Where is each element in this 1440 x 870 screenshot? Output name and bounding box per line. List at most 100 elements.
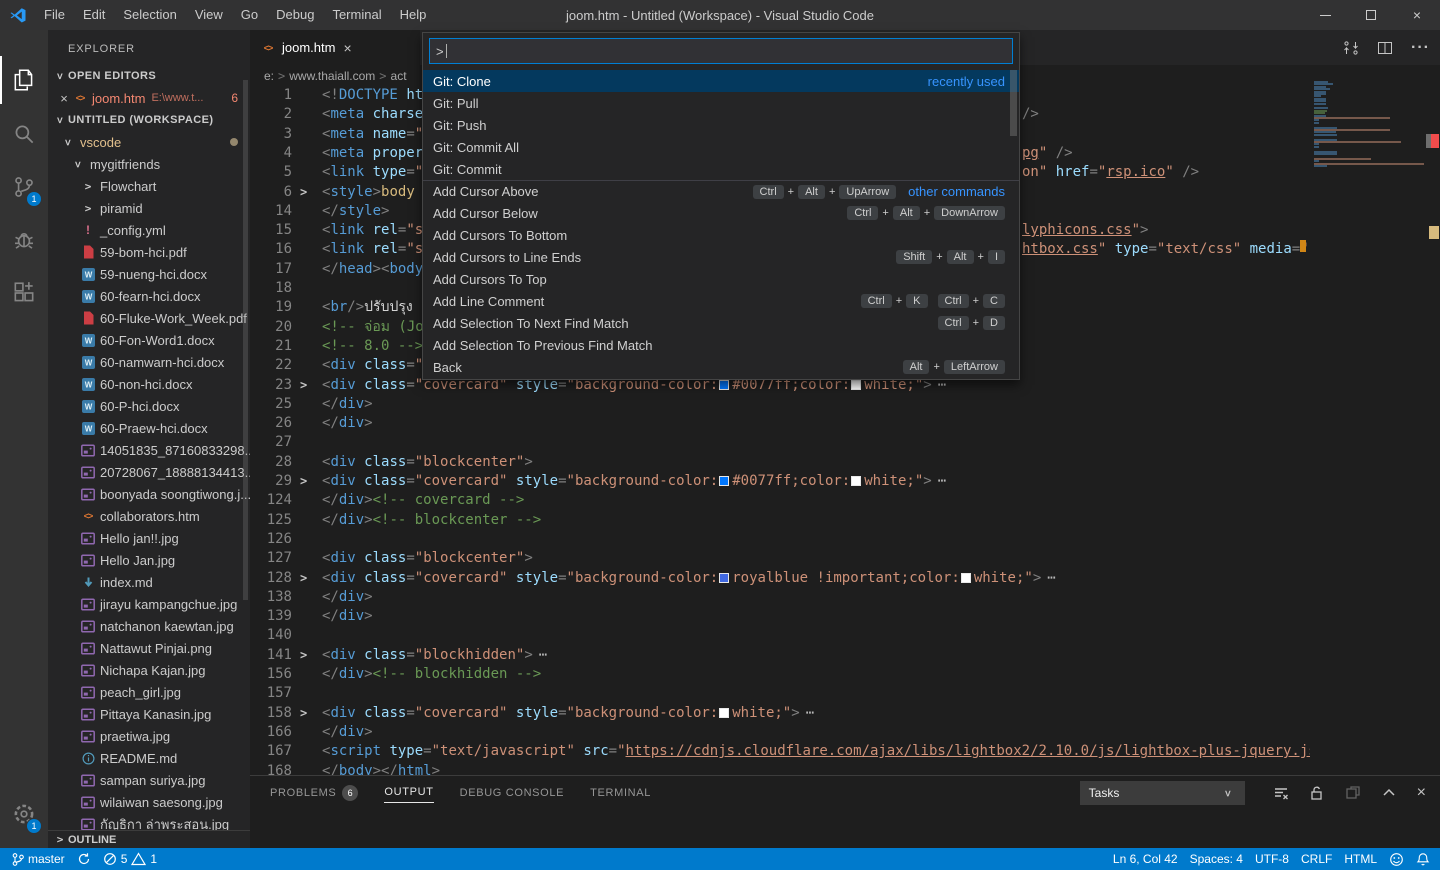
command-trailing-label[interactable]: recently used	[928, 74, 1005, 89]
split-editor-icon[interactable]	[1377, 40, 1393, 56]
color-swatch[interactable]	[851, 380, 861, 390]
maximize-panel-icon[interactable]	[1381, 785, 1397, 801]
minimize-button[interactable]	[1302, 0, 1348, 30]
color-swatch[interactable]	[719, 380, 729, 390]
tree-folder-piramid[interactable]: >piramid	[48, 197, 250, 219]
sync-indicator[interactable]	[71, 848, 97, 870]
code-line-157[interactable]: 157	[250, 684, 1440, 703]
command-item[interactable]: Git: Clonerecently used	[423, 70, 1019, 92]
tree-file[interactable]: Hello jan!!.jpg	[48, 527, 250, 549]
code-line-158[interactable]: 158><div class="covercard" style="backgr…	[250, 704, 1440, 723]
language-mode[interactable]: HTML	[1338, 848, 1383, 870]
code-line-166[interactable]: 166</div>	[250, 723, 1440, 742]
activity-search[interactable]	[0, 110, 48, 158]
tree-file[interactable]: Hello Jan.jpg	[48, 549, 250, 571]
code-line-124[interactable]: 124</div><!-- covercard -->	[250, 491, 1440, 510]
tab-close-icon[interactable]: ×	[343, 40, 351, 56]
code-line-25[interactable]: 25</div>	[250, 395, 1440, 414]
workspace-header[interactable]: > UNTITLED (WORKSPACE)	[48, 109, 250, 131]
encoding[interactable]: UTF-8	[1249, 848, 1295, 870]
tree-folder-mygitfriends[interactable]: >mygitfriends	[48, 153, 250, 175]
palette-scrollbar[interactable]	[1010, 70, 1017, 136]
activity-source-control[interactable]: 1	[0, 163, 48, 211]
panel-tab-output[interactable]: OUTPUT	[384, 782, 433, 803]
tree-file[interactable]: W60-Praew-hci.docx	[48, 417, 250, 439]
menu-edit[interactable]: Edit	[74, 0, 114, 30]
color-swatch[interactable]	[719, 476, 729, 486]
tree-file[interactable]: W60-namwarn-hci.docx	[48, 351, 250, 373]
code-line-168[interactable]: 168</body></html>	[250, 762, 1440, 776]
tree-file[interactable]: praetiwa.jpg	[48, 725, 250, 747]
open-editors-header[interactable]: > OPEN EDITORS	[48, 65, 250, 87]
command-input[interactable]: >	[429, 38, 1013, 64]
tree-file[interactable]: <>collaborators.htm	[48, 505, 250, 527]
code-line-167[interactable]: 167<script type="text/javascript" src="h…	[250, 742, 1440, 761]
tree-folder-Flowchart[interactable]: >Flowchart	[48, 175, 250, 197]
branch-indicator[interactable]: master	[6, 848, 71, 870]
code-line-141[interactable]: 141><div class="blockhidden">⋯	[250, 646, 1440, 665]
color-swatch[interactable]	[719, 573, 729, 583]
color-swatch[interactable]	[851, 476, 861, 486]
tab-joom-htm[interactable]: <> joom.htm ×	[250, 30, 420, 65]
tree-file[interactable]: peach_girl.jpg	[48, 681, 250, 703]
tree-file[interactable]: 20728067_18888134413...	[48, 461, 250, 483]
activity-extensions[interactable]	[0, 269, 48, 317]
panel-tab-debug-console[interactable]: DEBUG CONSOLE	[460, 783, 565, 803]
tree-file[interactable]: !_config.yml	[48, 219, 250, 241]
tree-file[interactable]: W59-nueng-hci.docx	[48, 263, 250, 285]
menu-file[interactable]: File	[35, 0, 74, 30]
tree-file[interactable]: jirayu kampangchue.jpg	[48, 593, 250, 615]
sidebar-scrollbar[interactable]	[243, 80, 248, 600]
fold-chevron-icon[interactable]: >	[300, 376, 316, 395]
output-channel-select[interactable]: Tasks >	[1080, 781, 1245, 805]
tree-file[interactable]: 14051835_87160833298...	[48, 439, 250, 461]
fold-chevron-icon[interactable]: >	[300, 183, 316, 202]
cursor-position[interactable]: Ln 6, Col 42	[1107, 848, 1184, 870]
open-editor-item[interactable]: × <> joom.htm E:\www.t... 6	[48, 87, 250, 109]
tree-file[interactable]: W60-fearn-hci.docx	[48, 285, 250, 307]
menu-terminal[interactable]: Terminal	[323, 0, 390, 30]
breadcrumb-item[interactable]: e:	[264, 69, 274, 83]
code-line-138[interactable]: 138</div>	[250, 588, 1440, 607]
command-item[interactable]: Add Cursors To Bottom	[423, 224, 1019, 246]
color-swatch[interactable]	[961, 573, 971, 583]
code-line-156[interactable]: 156</div><!-- blockhidden -->	[250, 665, 1440, 684]
open-changes-icon[interactable]	[1343, 40, 1359, 56]
menu-debug[interactable]: Debug	[267, 0, 323, 30]
menu-selection[interactable]: Selection	[114, 0, 185, 30]
maximize-button[interactable]	[1348, 0, 1394, 30]
tree-file[interactable]: Pittaya Kanasin.jpg	[48, 703, 250, 725]
close-panel-icon[interactable]: ×	[1417, 784, 1426, 802]
close-editor-icon[interactable]: ×	[56, 91, 72, 106]
activity-explorer[interactable]	[0, 56, 48, 104]
menu-view[interactable]: View	[186, 0, 232, 30]
command-item[interactable]: BackAlt+LeftArrow	[423, 356, 1019, 378]
command-item[interactable]: Git: Commit All	[423, 136, 1019, 158]
breadcrumb[interactable]: e:>www.thaiall.com>act	[264, 65, 407, 86]
command-item[interactable]: Git: Commit	[423, 158, 1019, 180]
command-trailing-label[interactable]: other commands	[908, 184, 1005, 199]
fold-chevron-icon[interactable]: >	[300, 704, 316, 723]
more-actions-icon[interactable]: ···	[1411, 39, 1430, 57]
activity-debug[interactable]	[0, 216, 48, 264]
breadcrumb-item[interactable]: act	[391, 69, 407, 83]
code-line-26[interactable]: 26</div>	[250, 414, 1440, 433]
code-line-139[interactable]: 139</div>	[250, 607, 1440, 626]
code-line-125[interactable]: 125</div><!-- blockcenter -->	[250, 511, 1440, 530]
folded-code-icon[interactable]: ⋯	[1047, 570, 1057, 586]
panel-tab-problems[interactable]: PROBLEMS6	[270, 781, 358, 805]
command-item[interactable]: Add Cursors To Top	[423, 268, 1019, 290]
lock-icon[interactable]	[1309, 785, 1325, 801]
eol-sequence[interactable]: CRLF	[1295, 848, 1338, 870]
open-in-editor-icon[interactable]	[1345, 785, 1361, 801]
code-line-140[interactable]: 140	[250, 626, 1440, 645]
tree-file[interactable]: natchanon kaewtan.jpg	[48, 615, 250, 637]
folded-code-icon[interactable]: ⋯	[806, 705, 816, 721]
tree-file[interactable]: 59-bom-hci.pdf	[48, 241, 250, 263]
panel-tab-terminal[interactable]: TERMINAL	[590, 783, 651, 803]
clear-output-icon[interactable]	[1273, 785, 1289, 801]
command-item[interactable]: Add Selection To Previous Find Match	[423, 334, 1019, 356]
tree-file[interactable]: index.md	[48, 571, 250, 593]
outline-header[interactable]: > OUTLINE	[48, 830, 250, 848]
breadcrumb-item[interactable]: www.thaiall.com	[289, 69, 375, 83]
